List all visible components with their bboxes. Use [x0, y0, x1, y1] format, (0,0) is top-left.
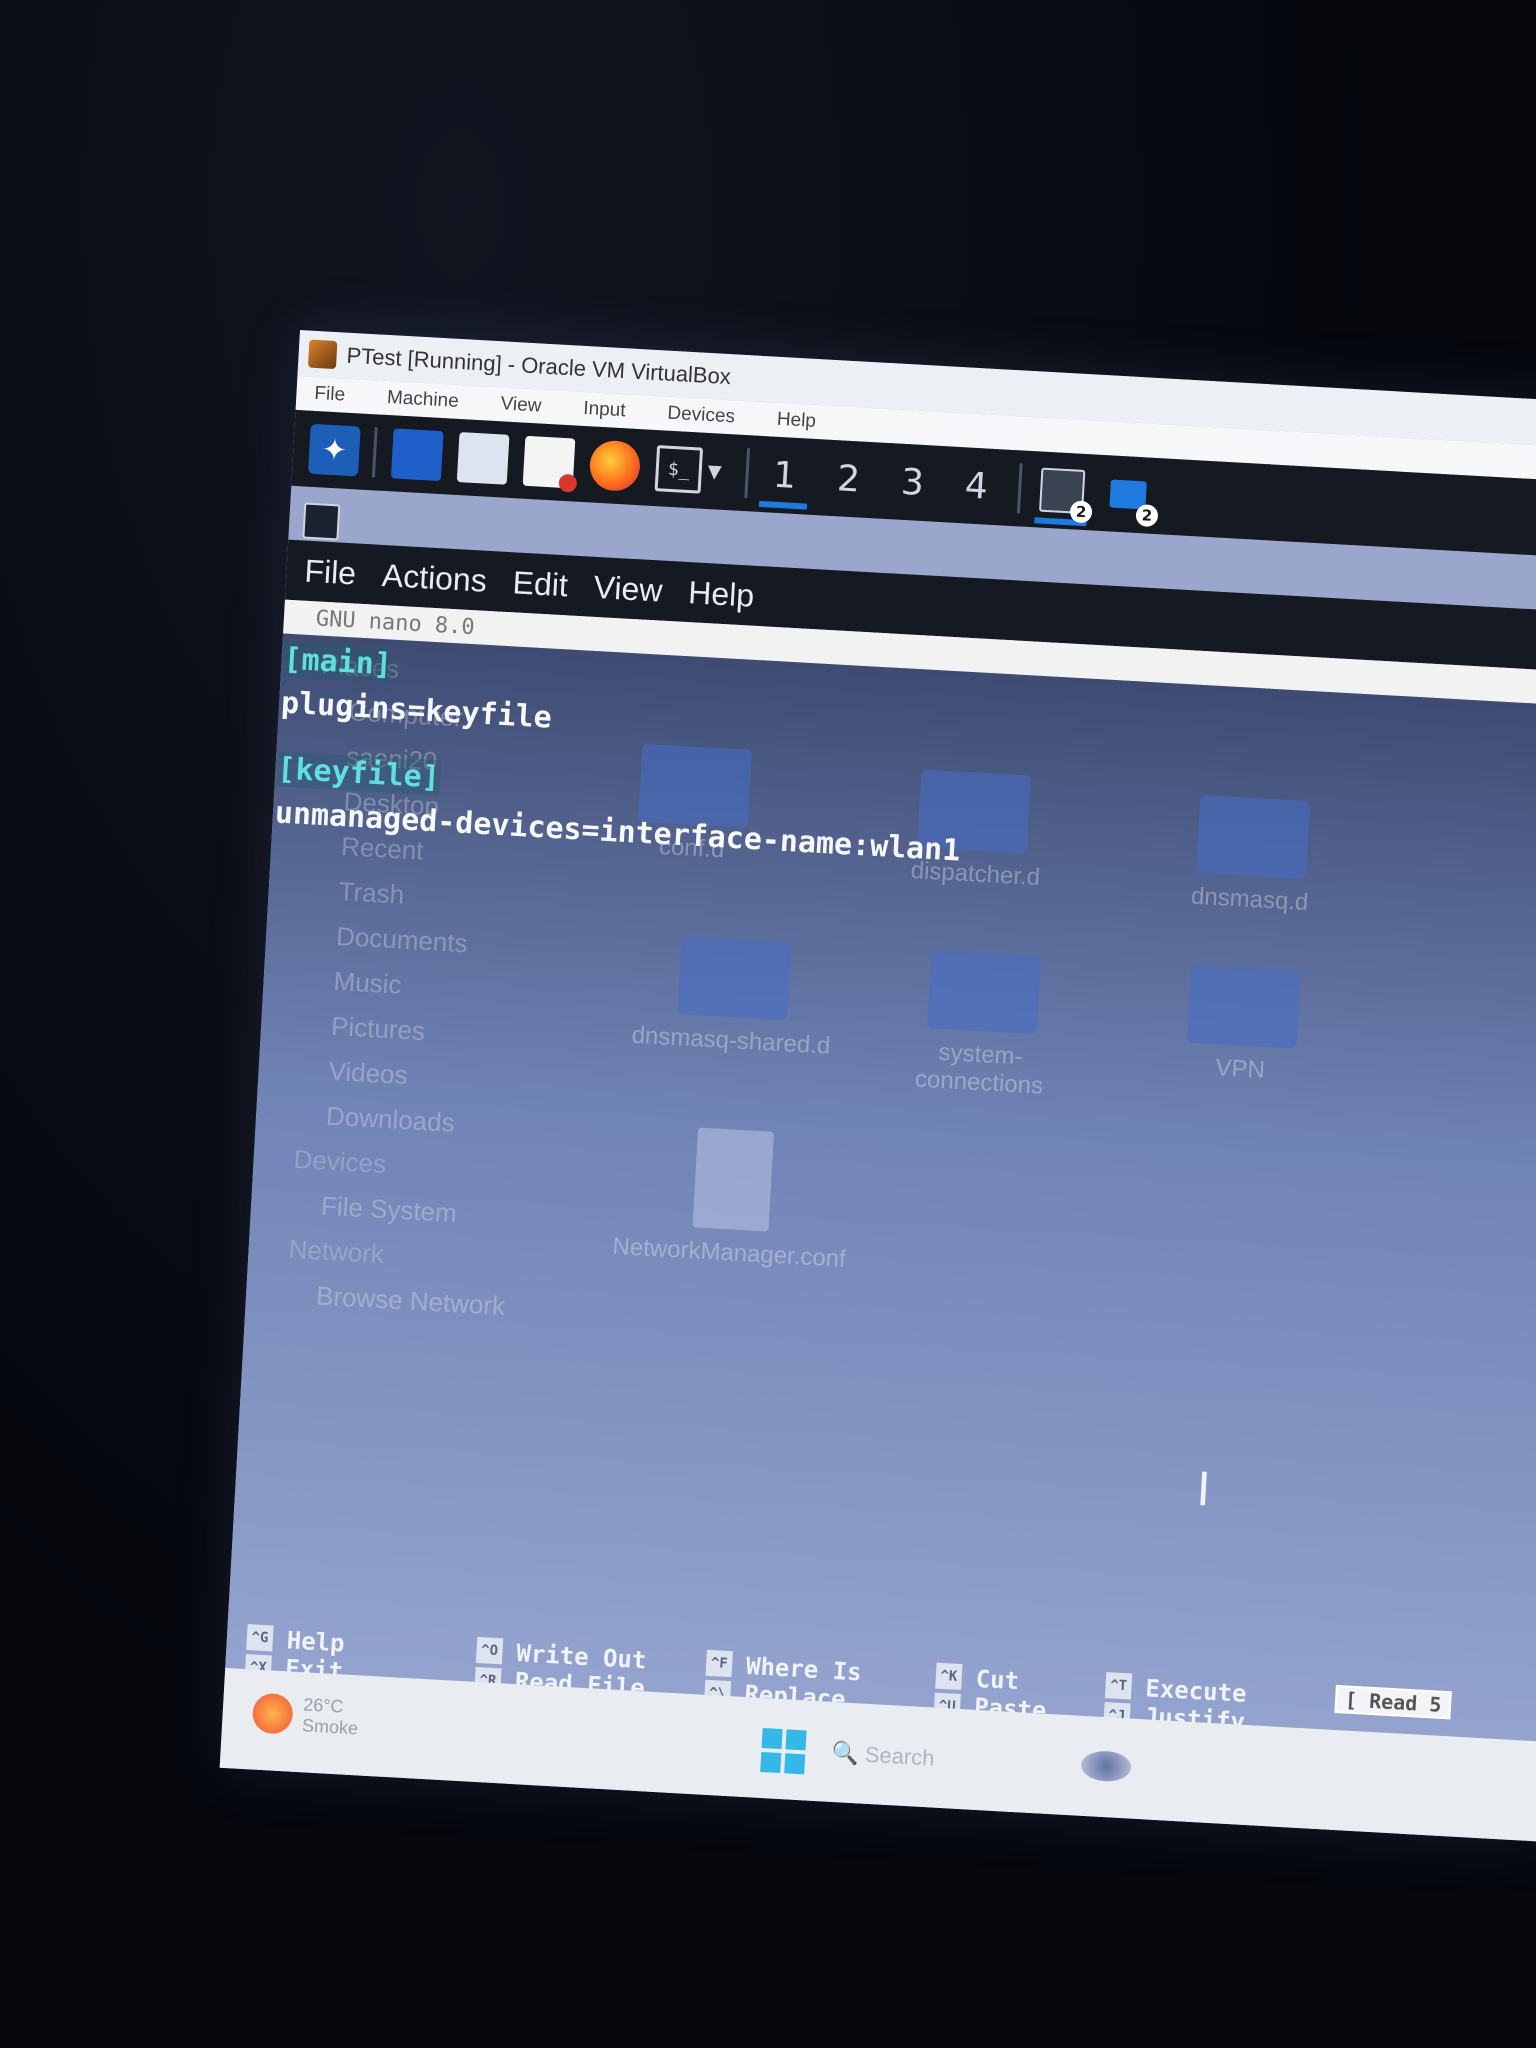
- tray-app-icon[interactable]: [1080, 1749, 1132, 1783]
- file-item[interactable]: NetworkManager.conf: [609, 1123, 856, 1274]
- folder-icon: [927, 950, 1042, 1035]
- sidebar-item-trash[interactable]: Trash: [338, 876, 569, 920]
- sidebar-item-music[interactable]: Music: [333, 966, 564, 1010]
- vbox-menu-file[interactable]: File: [314, 383, 346, 407]
- shortcut-label: Cut: [974, 1664, 1020, 1696]
- firefox-icon[interactable]: [588, 439, 642, 493]
- terminal-window-icon: [302, 502, 341, 541]
- folder-item[interactable]: system-connections: [898, 949, 1066, 1102]
- taskbar-search[interactable]: 🔍 Search: [831, 1740, 936, 1772]
- terminal-menu-view[interactable]: View: [593, 568, 664, 609]
- window-count-badge: 2: [1069, 500, 1093, 524]
- shortcut-key: ^O: [475, 1636, 504, 1665]
- search-label: Search: [864, 1741, 936, 1771]
- panel-separator: [1016, 463, 1023, 514]
- workspace-2[interactable]: 2: [819, 457, 877, 501]
- virtualbox-icon: [307, 339, 338, 370]
- weather-icon: [251, 1692, 294, 1735]
- vbox-menu-help[interactable]: Help: [776, 409, 816, 433]
- nano-version: GNU nano 8.0: [315, 605, 476, 640]
- kali-menu-icon[interactable]: ✦: [307, 423, 361, 477]
- terminal-menu-actions[interactable]: Actions: [381, 556, 488, 599]
- shortcut-label: Help: [286, 1626, 346, 1658]
- config-section-keyfile: [keyfile]: [276, 751, 441, 796]
- text-file-icon: [692, 1127, 774, 1232]
- sidebar-item-pictures[interactable]: Pictures: [330, 1011, 561, 1055]
- folder-icon: [677, 936, 792, 1021]
- shortcut-key: ^G: [246, 1624, 274, 1652]
- folder-icon: [1186, 964, 1301, 1049]
- panel-separator: [744, 448, 751, 499]
- folder-item[interactable]: dnsmasq-shared.d: [620, 933, 846, 1061]
- vbox-menu-devices[interactable]: Devices: [667, 403, 736, 429]
- terminal-icon[interactable]: $_: [654, 445, 704, 494]
- file-manager-icon[interactable]: [456, 432, 510, 485]
- shortcut-key: ^K: [935, 1662, 963, 1691]
- folder-label: VPN: [1214, 1054, 1266, 1084]
- nano-status-message: [ Read 5: [1334, 1684, 1453, 1720]
- sidebar-item-downloads[interactable]: Downloads: [325, 1101, 556, 1145]
- panel-separator: [371, 427, 378, 478]
- guest-display: ✦ $_ ▼ 1 2 3 4 2 2 File Actions Edit Vie…: [219, 409, 1536, 1842]
- sidebar-item-documents[interactable]: Documents: [335, 921, 566, 965]
- sidebar-item-videos[interactable]: Videos: [328, 1056, 559, 1100]
- weather-condition: Smoke: [301, 1715, 359, 1739]
- vbox-menu-view[interactable]: View: [500, 393, 542, 417]
- sidebar-item-filesystem[interactable]: File System: [320, 1191, 551, 1235]
- folder-item[interactable]: VPN: [1179, 964, 1305, 1087]
- workspace-4[interactable]: 4: [947, 464, 1005, 508]
- monitor-screen: PTest [Running] - Oracle VM VirtualBox F…: [219, 330, 1536, 1842]
- windows-start-icon[interactable]: [760, 1728, 807, 1775]
- folder-label: dnsmasq-shared.d: [631, 1021, 831, 1060]
- shortcut-key: ^T: [1104, 1672, 1133, 1700]
- sidebar-heading-network: Network: [287, 1233, 385, 1270]
- vbox-menu-input[interactable]: Input: [583, 398, 626, 422]
- file-label: NetworkManager.conf: [611, 1232, 847, 1273]
- taskbar-folder-button[interactable]: 2: [1102, 468, 1159, 528]
- text-editor-icon[interactable]: [522, 435, 578, 493]
- weather-widget[interactable]: 26°C Smoke: [251, 1692, 360, 1740]
- terminal-menu-help[interactable]: Help: [687, 574, 755, 615]
- vbox-menu-machine[interactable]: Machine: [386, 387, 459, 413]
- workspace-3[interactable]: 3: [883, 460, 941, 504]
- shortcut-key: ^F: [705, 1649, 733, 1678]
- folder-label: system-connections: [914, 1038, 1044, 1100]
- editor-badge-icon: [558, 473, 578, 493]
- window-count-badge: 2: [1135, 503, 1159, 528]
- terminal-menu-edit[interactable]: Edit: [512, 564, 569, 604]
- workspace-1[interactable]: 1: [756, 453, 814, 497]
- taskbar-terminal-button[interactable]: 2: [1036, 464, 1093, 524]
- sidebar-heading-devices: Devices: [292, 1143, 387, 1180]
- sidebar-item-browse-network[interactable]: Browse Network: [315, 1280, 546, 1324]
- terminal-menu-file[interactable]: File: [304, 552, 357, 592]
- chevron-down-icon[interactable]: ▼: [707, 460, 732, 482]
- config-section-main: [main]: [282, 641, 393, 683]
- show-desktop-icon[interactable]: [390, 428, 444, 482]
